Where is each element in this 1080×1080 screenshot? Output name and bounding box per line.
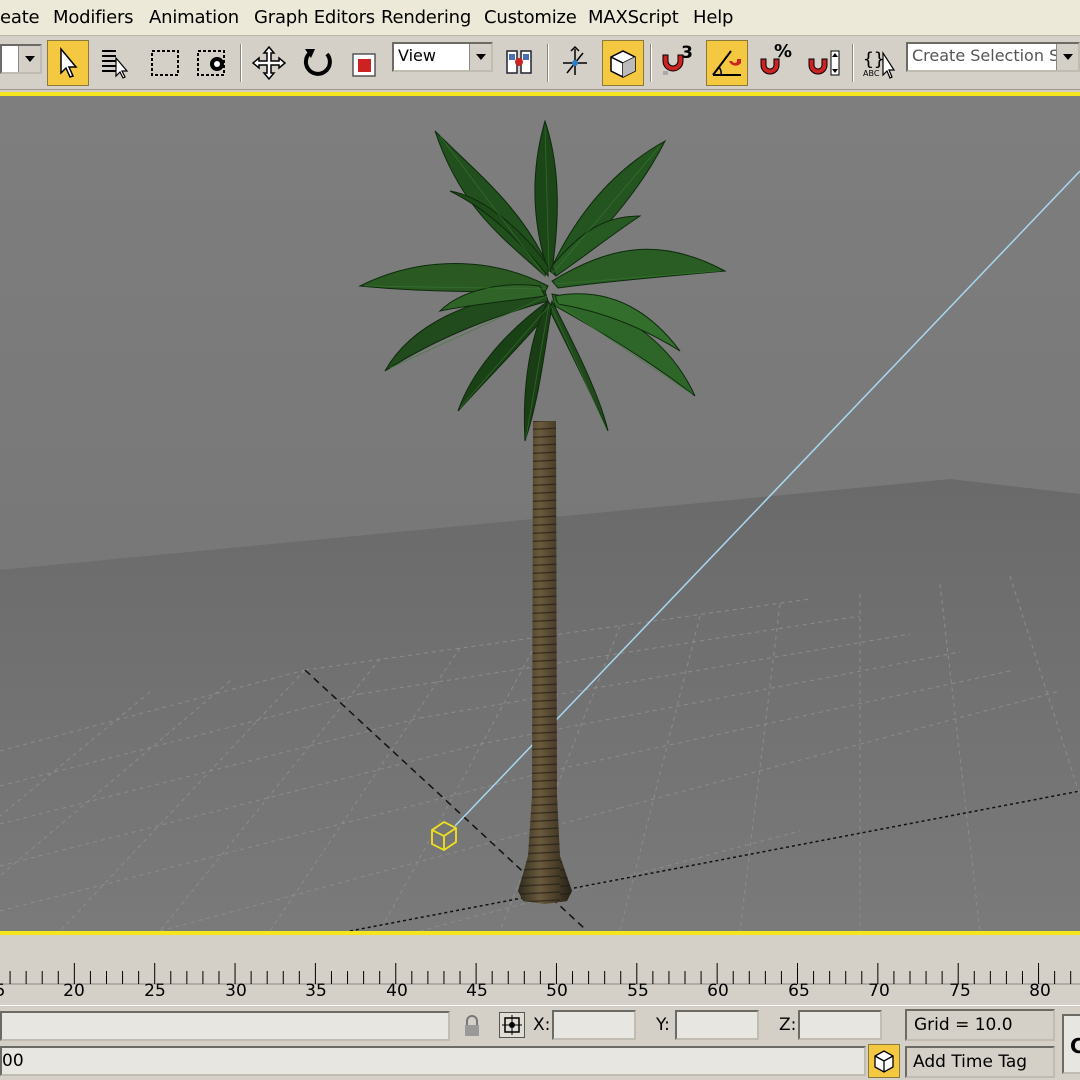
right-panel-button[interactable]: C <box>1062 1014 1080 1074</box>
add-time-tag-field[interactable]: Add Time Tag <box>905 1046 1055 1078</box>
spinner-snap-toggle-button[interactable] <box>804 40 846 86</box>
toolbar-separator <box>547 44 549 82</box>
svg-text:{}: {} <box>863 49 885 70</box>
toolbar-separator <box>650 44 652 82</box>
toolbar-separator <box>852 44 854 82</box>
rectangular-selection-button[interactable] <box>144 40 186 86</box>
z-coordinate-field[interactable] <box>798 1010 882 1040</box>
timeline-tick-label: 80 <box>1029 981 1051 1001</box>
menu-customize[interactable]: Customize <box>484 7 577 28</box>
timeline-tick-label: 30 <box>225 981 247 1001</box>
viewport-scene <box>0 96 1080 931</box>
window-crossing-button[interactable] <box>193 40 235 86</box>
menu-create[interactable]: eate <box>0 7 40 28</box>
manipulate-icon <box>563 45 587 75</box>
percent-label: % <box>773 41 792 62</box>
reference-coordinate-dropdown[interactable]: View <box>392 42 493 72</box>
z-coordinate-label: Z: <box>779 1015 797 1035</box>
svg-text:ABC: ABC <box>863 69 880 78</box>
y-coordinate-label: Y: <box>656 1015 670 1035</box>
timeline-tick-label: 70 <box>868 981 890 1001</box>
x-coordinate-field[interactable] <box>552 1010 636 1040</box>
menu-maxscript[interactable]: MAXScript <box>588 7 679 28</box>
scale-icon <box>352 53 376 77</box>
keyboard-override-icon <box>610 50 636 78</box>
selection-filter-dropdown[interactable] <box>0 44 42 74</box>
time-tag-cube-icon <box>874 1050 894 1073</box>
snap-dimension-label: 3 <box>681 43 693 63</box>
timeline-tick-label: 75 <box>949 981 971 1001</box>
prompt-line-field: 00 <box>0 1046 866 1076</box>
rotate-icon <box>303 49 332 76</box>
timeline-tick-label: 35 <box>305 981 327 1001</box>
main-toolbar: View 3 % {} ABC Create Selection Set <box>0 36 1080 90</box>
edit-named-selection-button[interactable]: {} ABC <box>858 40 900 86</box>
reference-coordinate-value: View <box>398 46 436 65</box>
keyboard-shortcut-override-button[interactable] <box>602 40 644 86</box>
select-object-button[interactable] <box>47 40 89 86</box>
select-by-name-button[interactable] <box>95 40 137 86</box>
perspective-viewport[interactable] <box>0 92 1080 935</box>
selection-status-field <box>0 1011 450 1041</box>
select-by-name-icon <box>102 50 129 79</box>
cursor-arrow-icon <box>60 47 78 78</box>
rectangle-marquee-icon <box>151 50 179 76</box>
timeline-tick-label: 45 <box>466 981 488 1001</box>
absolute-mode-transform-icon[interactable] <box>499 1012 525 1038</box>
timeline-tick-label: 65 <box>788 981 810 1001</box>
timeline-tick-label: 55 <box>627 981 649 1001</box>
timeline-tick-label: 60 <box>707 981 729 1001</box>
spinner-snap-icon <box>808 50 840 76</box>
right-panel-clipped-text: C <box>1070 1034 1080 1058</box>
pivot-center-icon <box>506 50 532 74</box>
y-coordinate-field[interactable] <box>675 1010 759 1040</box>
x-coordinate-label: X: <box>533 1015 551 1035</box>
timeline-tick-label: 25 <box>144 981 166 1001</box>
selection-lock-icon[interactable] <box>460 1013 484 1039</box>
time-tag-button[interactable] <box>868 1044 900 1078</box>
named-selection-set-text: Create Selection Set <box>912 46 1076 65</box>
grid-spacing-display: Grid = 10.0 <box>905 1009 1055 1041</box>
add-time-tag-label: Add Time Tag <box>913 1052 1028 1072</box>
toolbar-separator <box>240 44 242 82</box>
menu-modifiers[interactable]: Modifiers <box>53 7 134 28</box>
use-pivot-center-button[interactable] <box>498 40 540 86</box>
menu-rendering[interactable]: Rendering <box>381 7 471 28</box>
select-and-scale-button[interactable] <box>344 40 386 86</box>
menu-bar: eate Modifiers Animation Graph Editors R… <box>0 0 1080 36</box>
timeline-tick-label: 20 <box>63 981 85 1001</box>
dropdown-arrow-icon <box>1056 44 1078 70</box>
percent-snap-toggle-button[interactable]: % <box>754 40 796 86</box>
menu-graph-editors[interactable]: Graph Editors <box>254 7 375 28</box>
dropdown-arrow-icon <box>18 46 40 72</box>
move-icon <box>251 45 287 81</box>
angle-snap-icon <box>712 50 741 76</box>
menu-help[interactable]: Help <box>693 7 733 28</box>
angle-snap-toggle-button[interactable] <box>706 40 748 86</box>
named-selection-set-dropdown[interactable]: Create Selection Set <box>906 42 1080 72</box>
status-bar: X: Y: Z: Grid = 10.0 C 00 Add Time Tag <box>0 1005 1080 1080</box>
timeline-tick-label: 50 <box>546 981 568 1001</box>
app-window: eate Modifiers Animation Graph Editors R… <box>0 0 1080 1080</box>
menu-animation[interactable]: Animation <box>149 7 239 28</box>
timeline-tick-label: 40 <box>386 981 408 1001</box>
timeline-tick-label: 5 <box>0 981 5 1001</box>
select-and-rotate-button[interactable] <box>296 40 338 86</box>
time-slider-track[interactable]: 5 20 25 30 35 40 45 50 55 60 65 70 75 80 <box>0 935 1080 1007</box>
prompt-text: 00 <box>2 1051 24 1071</box>
window-crossing-icon <box>197 50 225 76</box>
named-selection-icon: {}ABC <box>863 49 896 79</box>
grid-spacing-text: Grid = 10.0 <box>914 1015 1013 1035</box>
select-and-manipulate-button[interactable] <box>554 40 596 86</box>
dropdown-arrow-icon <box>469 44 491 70</box>
snaps-toggle-button[interactable]: 3 <box>656 40 698 86</box>
select-and-move-button[interactable] <box>248 40 290 86</box>
